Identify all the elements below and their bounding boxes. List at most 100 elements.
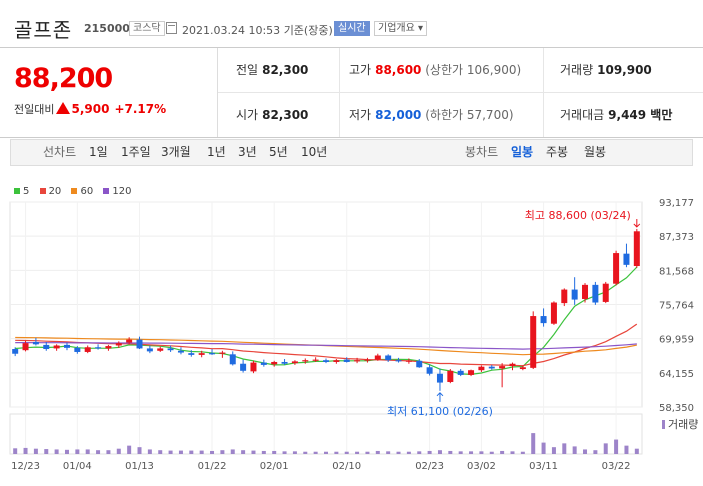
volume-bar [355, 451, 360, 454]
period-10y[interactable]: 10년 [301, 140, 327, 165]
period-1d[interactable]: 1일 [89, 140, 108, 165]
volume-bar [147, 449, 152, 454]
candle-body [146, 348, 153, 352]
volume-bar [624, 445, 629, 454]
volume-bar [106, 450, 111, 454]
volume-bar [572, 446, 577, 454]
volume-bar [210, 450, 215, 454]
volume-bar [292, 451, 297, 454]
volume-bar [551, 447, 556, 454]
candle-body [63, 344, 70, 348]
period-weekly[interactable]: 주봉 [546, 140, 568, 165]
candle-body [436, 373, 443, 383]
volume-legend-swatch [662, 420, 665, 429]
period-monthly[interactable]: 월봉 [584, 140, 606, 165]
volume-bar [199, 450, 204, 454]
stock-code: 215000 [84, 22, 130, 35]
volume-bar [116, 448, 121, 454]
volume-bar [282, 451, 287, 454]
candle-body [312, 359, 319, 361]
volume-bar [241, 450, 246, 454]
x-tick-label: 02/01 [260, 461, 289, 472]
x-tick-label: 01/04 [63, 461, 92, 472]
volume-bar [396, 451, 401, 454]
candle-body [602, 283, 609, 302]
candle-body [550, 302, 557, 324]
candle-body [22, 343, 29, 351]
period-5y[interactable]: 5년 [269, 140, 288, 165]
realtime-button[interactable]: 실시간 [334, 21, 370, 36]
volume-bar [85, 449, 90, 454]
period-selector: 선차트 1일 1주일 3개월 1년 3년 5년 10년 봉차트 일봉 주봉 월봉 [10, 139, 693, 166]
candle-body [613, 253, 620, 284]
period-3m[interactable]: 3개월 [161, 140, 191, 165]
candle-body [364, 359, 371, 361]
volume-bar [386, 451, 391, 454]
volume-bar [168, 450, 173, 454]
y-tick-label: 69,959 [659, 335, 694, 346]
quote-datetime: 2021.03.24 10:53 기준(장중) [182, 24, 333, 37]
volume-bar [137, 447, 142, 454]
price-change: 전일대비 5,900 +7.17% [14, 101, 166, 117]
volume-bar [54, 449, 59, 454]
x-tick-label: 03/22 [602, 461, 631, 472]
volume-bar [75, 449, 80, 454]
volume-bar [469, 451, 474, 454]
candle-body [43, 344, 50, 350]
period-1w[interactable]: 1주일 [121, 140, 151, 165]
volume-bar [158, 450, 163, 454]
volume-bar [334, 451, 339, 454]
period-1y[interactable]: 1년 [207, 140, 226, 165]
candle-body [177, 350, 184, 353]
stock-header: 골프존 215000 코스닥 2021.03.24 10:53 기준(장중) 실… [0, 0, 703, 48]
candle-body [271, 361, 278, 365]
volume-bar [272, 450, 277, 454]
volume-bar [324, 451, 328, 454]
day-low: 저가 82,000 (하한가 57,700) [349, 108, 514, 122]
candle-body [333, 360, 340, 362]
volume-bar [375, 450, 380, 454]
candle-body [323, 360, 329, 362]
volume-bar [313, 451, 318, 454]
company-info-dropdown[interactable]: 기업개요 ▾ [374, 21, 427, 36]
volume-bar [562, 443, 567, 454]
volume-bar [44, 449, 49, 454]
volume-bar [406, 451, 411, 454]
candle-body [260, 362, 267, 365]
candle-body [219, 352, 226, 354]
volume-bar [96, 450, 101, 454]
change-percent: +7.17% [114, 102, 167, 116]
candle-body [250, 362, 257, 372]
volume-bar [178, 450, 183, 454]
candle-body [105, 346, 112, 349]
candle-body [115, 343, 122, 346]
y-tick-label: 58,350 [659, 403, 694, 414]
line-chart-label: 선차트 [43, 145, 77, 159]
period-3y[interactable]: 3년 [238, 140, 257, 165]
volume-label: 거래량 [668, 418, 698, 431]
volume-bar [531, 433, 536, 454]
volume-bar [220, 450, 225, 454]
period-daily[interactable]: 일봉 [511, 140, 533, 165]
x-tick-label: 03/11 [529, 461, 558, 472]
candle-body [509, 363, 516, 367]
volume-bar [417, 451, 422, 454]
up-triangle-icon [56, 102, 71, 114]
quote-grid: 전일 82,300 고가 88,600 (상한가 106,900) 거래량 109,9… [218, 48, 703, 137]
candle-body [447, 370, 454, 382]
volume-bar [127, 445, 132, 454]
volume-bar [541, 442, 546, 454]
change-value: 5,900 [71, 102, 110, 116]
volume-bar [251, 450, 256, 454]
candle-body [126, 339, 133, 343]
candlestick-chart[interactable]: 93,177 87,373 81,568 75,764 69,959 64,155 58,3… [0, 180, 703, 486]
candle-body [592, 284, 599, 303]
volume-bar [500, 450, 505, 454]
y-tick-label: 87,373 [659, 232, 694, 243]
candle-body [633, 231, 640, 267]
volume-bar [427, 450, 432, 454]
market-badge: 코스닥 [129, 21, 165, 36]
volume-bar [437, 450, 442, 454]
candle-body [291, 361, 298, 364]
candle-body [53, 345, 60, 349]
